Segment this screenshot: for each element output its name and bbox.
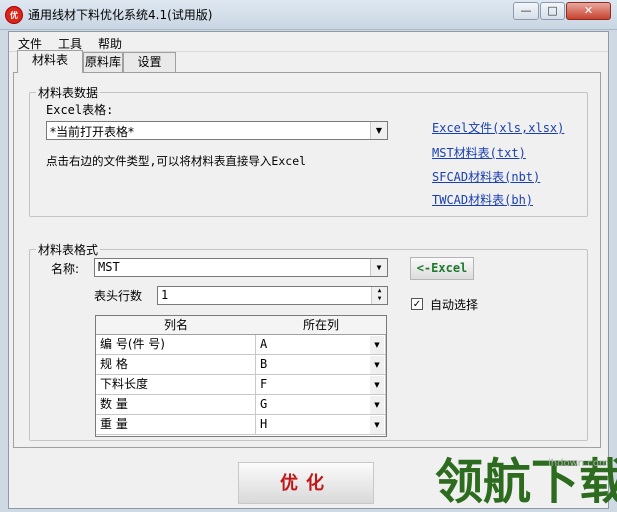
watermark-url: ihdown.com [548, 458, 609, 469]
row-name-cell[interactable]: 数 量 [96, 395, 256, 415]
name-label: 名称: [51, 262, 80, 276]
row-name-cell[interactable]: 重 量 [96, 415, 256, 435]
excel-table-value: *当前打开表格* [50, 125, 135, 139]
link-sfcad-material-list[interactable]: SFCAD材料表(nbt) [432, 168, 540, 185]
auto-select-checkbox[interactable]: ✓ [411, 298, 423, 310]
tab-raw-material-library[interactable]: 原料库 [83, 52, 123, 72]
window-title: 通用线材下料优化系统4.1(试用版) [28, 8, 213, 22]
link-excel-file[interactable]: Excel文件(xls,xlsx) [432, 119, 564, 136]
row-column-cell[interactable]: H [256, 415, 386, 435]
spin-down-icon[interactable]: ▼ [372, 295, 387, 303]
column-header-position: 所在列 [256, 316, 386, 335]
menu-help[interactable]: 帮助 [98, 35, 122, 52]
chevron-down-icon[interactable]: ▼ [370, 336, 384, 354]
material-format-legend: 材料表格式 [36, 241, 101, 258]
import-hint: 点击右边的文件类型,可以将材料表直接导入Excel [46, 154, 307, 168]
chevron-down-icon[interactable]: ▼ [370, 259, 387, 276]
spin-up-icon[interactable]: ▲ [372, 287, 387, 295]
chevron-down-icon[interactable]: ▼ [370, 122, 387, 139]
chevron-down-icon[interactable]: ▼ [370, 416, 384, 434]
format-name-select[interactable]: MST ▼ [94, 258, 388, 277]
row-name-cell[interactable]: 编 号(件 号) [96, 335, 256, 355]
row-name-cell[interactable]: 规 格 [96, 355, 256, 375]
row-column-cell[interactable]: B [256, 355, 386, 375]
chevron-down-icon[interactable]: ▼ [370, 396, 384, 414]
excel-table-select[interactable]: *当前打开表格* ▼ [46, 121, 388, 140]
link-mst-material-list[interactable]: MST材料表(txt) [432, 144, 526, 161]
chevron-down-icon[interactable]: ▼ [370, 356, 384, 374]
tab-material-list[interactable]: 材料表 [17, 50, 83, 73]
tab-settings[interactable]: 设置 [123, 52, 176, 72]
material-data-legend: 材料表数据 [36, 84, 101, 101]
optimize-button[interactable]: 优化 [238, 462, 374, 504]
header-rows-spinner[interactable]: 1 ▲ ▼ [157, 286, 388, 305]
row-name-cell[interactable]: 下料长度 [96, 375, 256, 395]
header-rows-label: 表头行数 [94, 289, 143, 303]
row-column-cell[interactable]: F [256, 375, 386, 395]
to-excel-button[interactable]: <-Excel [410, 257, 474, 280]
format-name-value: MST [98, 260, 120, 274]
row-column-cell[interactable]: A [256, 335, 386, 355]
close-button[interactable]: ✕ [566, 2, 611, 20]
maximize-button[interactable]: □ [540, 2, 565, 20]
row-column-cell[interactable]: G [256, 395, 386, 415]
minimize-button[interactable]: — [513, 2, 539, 20]
column-mapping-grid: 列名 所在列 编 号(件 号) A ▼ 规 格 B ▼ 下料长度 F ▼ 数 量… [95, 315, 387, 437]
link-twcad-material-list[interactable]: TWCAD材料表(bh) [432, 191, 533, 208]
auto-select-label: 自动选择 [430, 298, 479, 312]
app-logo-icon: 优 [5, 6, 23, 24]
header-rows-value: 1 [161, 288, 169, 302]
excel-table-label: Excel表格: [46, 103, 114, 117]
column-header-name: 列名 [96, 316, 257, 335]
chevron-down-icon[interactable]: ▼ [370, 376, 384, 394]
